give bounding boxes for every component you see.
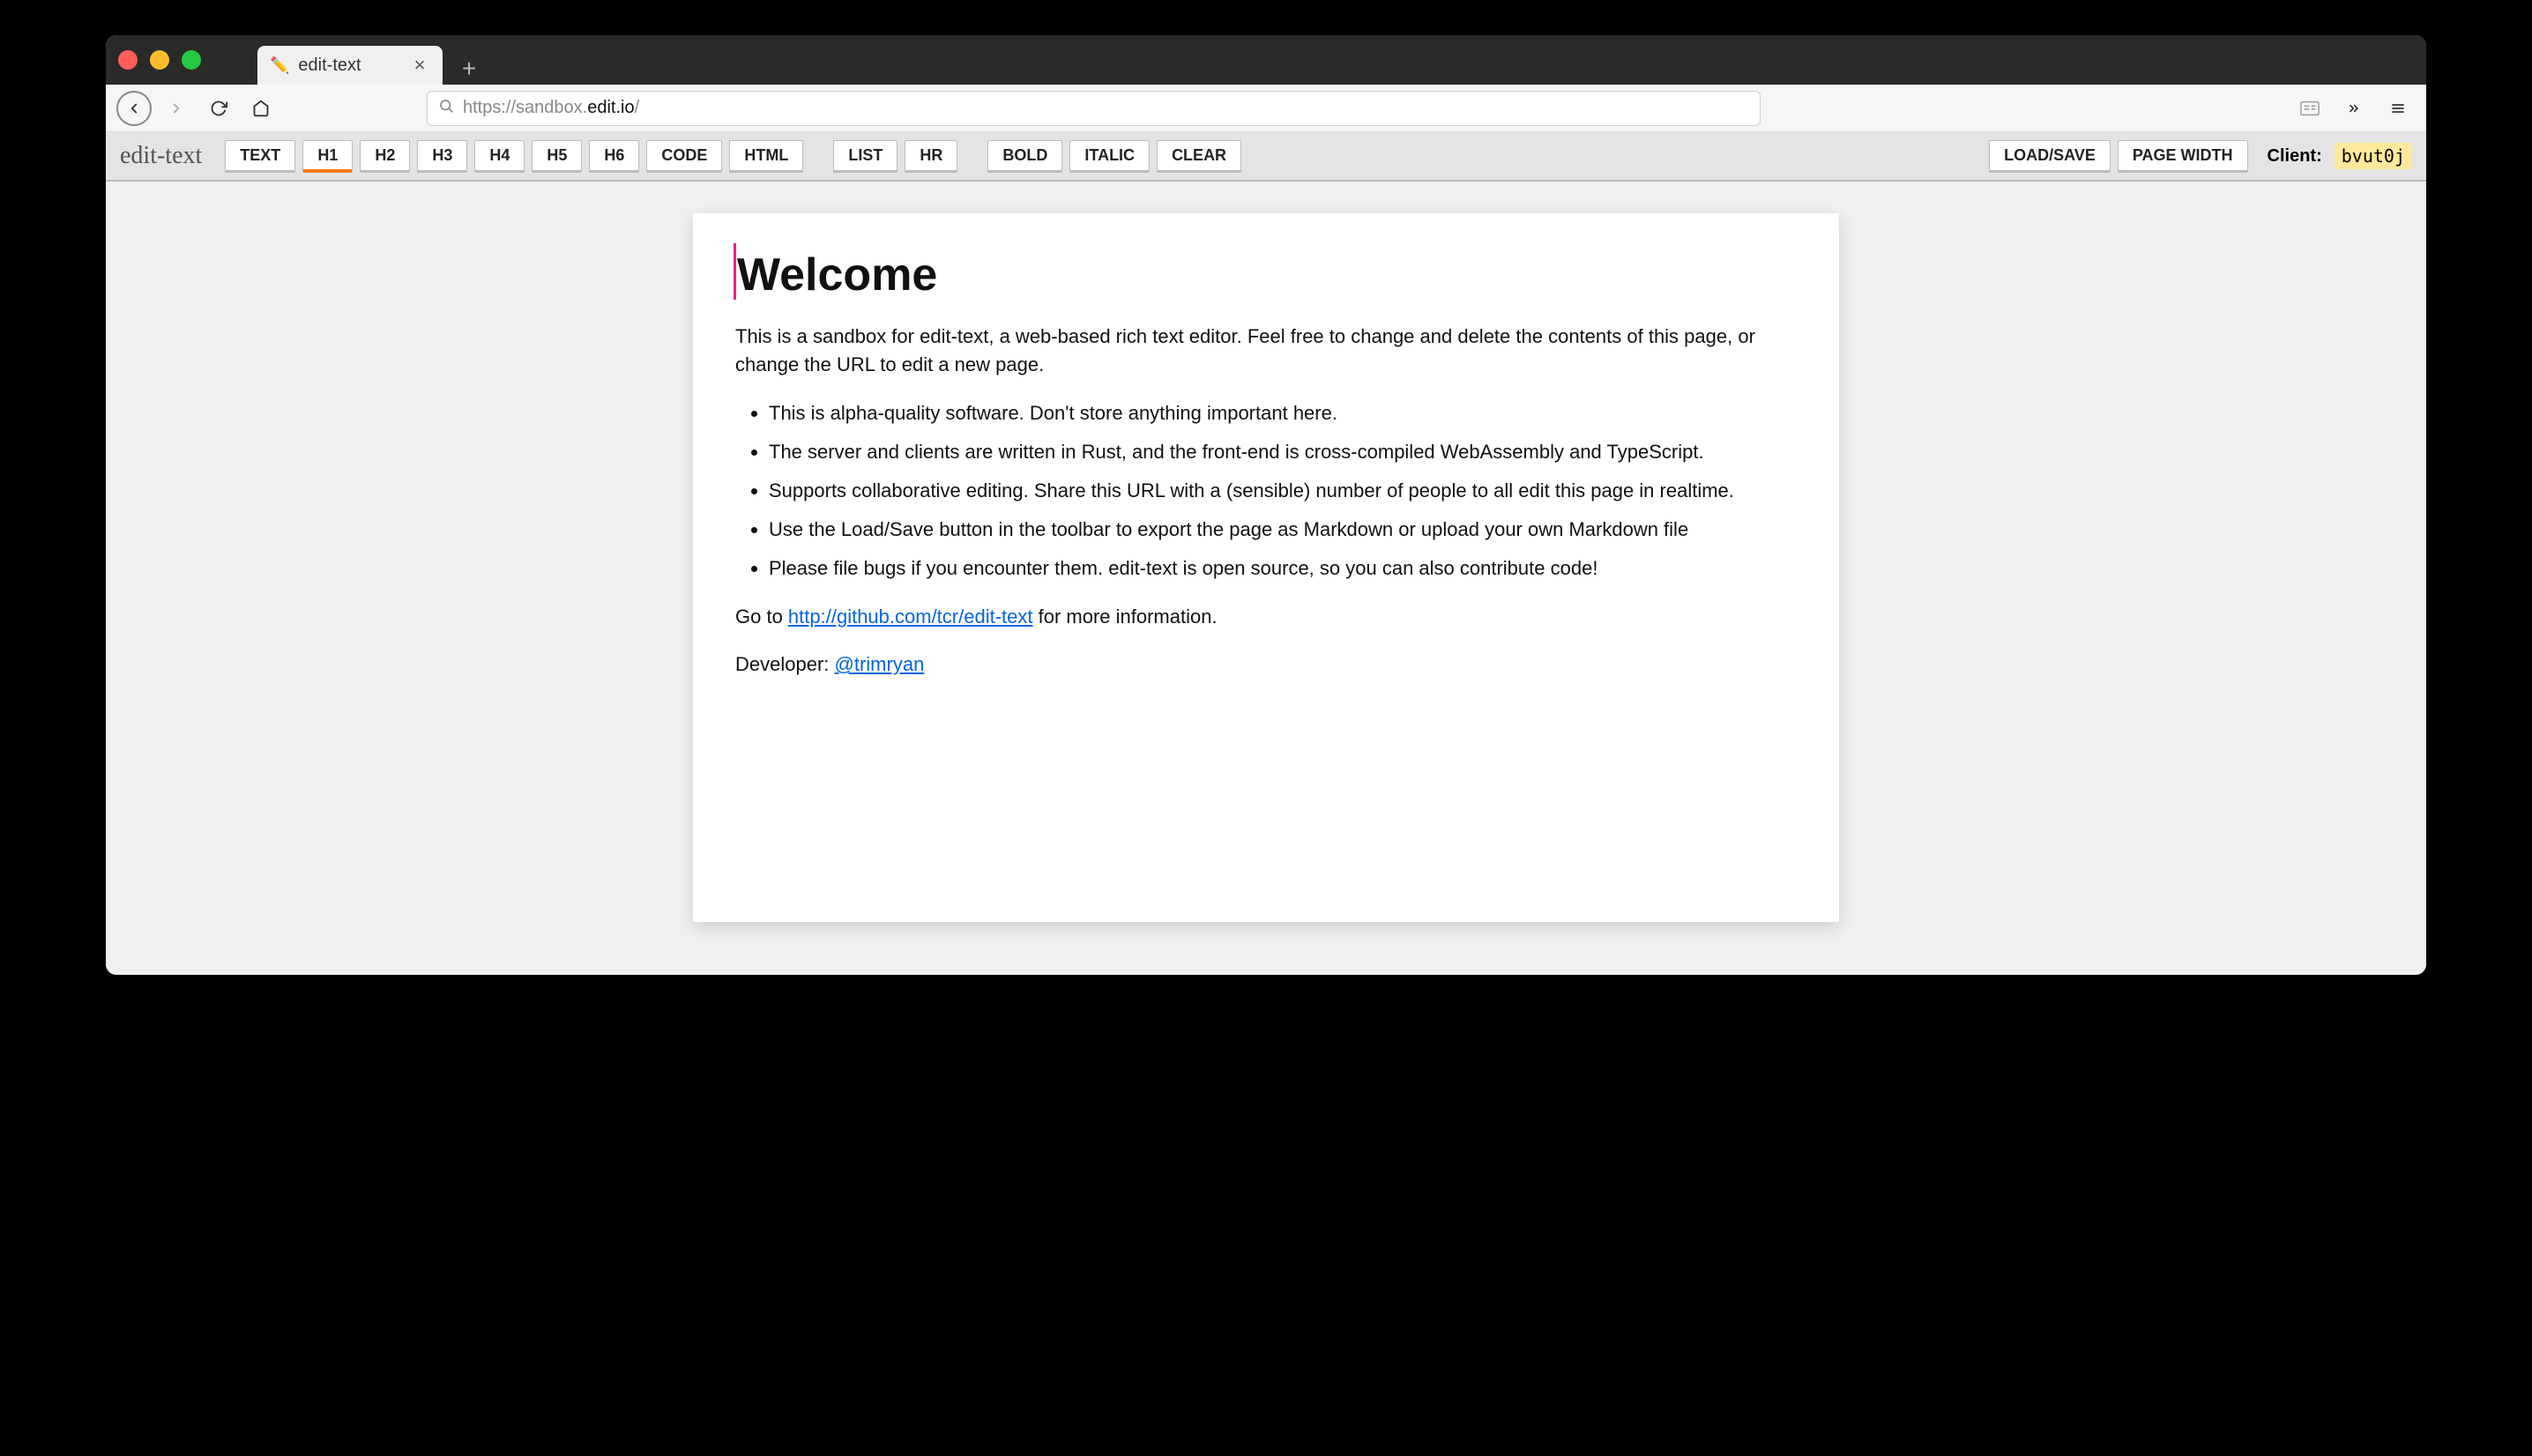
- tab-strip: ✏️ edit-text × +: [222, 35, 485, 85]
- list-item[interactable]: The server and clients are written in Ru…: [769, 437, 1797, 467]
- h2-button[interactable]: H2: [360, 140, 410, 173]
- intro-paragraph[interactable]: This is a sandbox for edit-text, a web-b…: [735, 323, 1797, 379]
- h6-button[interactable]: H6: [589, 140, 639, 173]
- html-button[interactable]: HTML: [729, 140, 803, 173]
- text-button[interactable]: TEXT: [225, 140, 295, 173]
- developer-paragraph[interactable]: Developer: @trimryan: [735, 650, 1797, 679]
- browser-window: ✏️ edit-text × + https://sandbox.edit.io…: [106, 35, 2426, 975]
- browser-tab[interactable]: ✏️ edit-text ×: [257, 46, 443, 85]
- home-button[interactable]: [243, 91, 279, 126]
- reload-button[interactable]: [201, 91, 236, 126]
- list-item[interactable]: Use the Load/Save button in the toolbar …: [769, 515, 1797, 545]
- document-sheet[interactable]: Welcome This is a sandbox for edit-text,…: [693, 213, 1839, 922]
- overflow-chevron-icon[interactable]: [2336, 91, 2372, 126]
- page-width-button[interactable]: PAGE WIDTH: [2118, 140, 2248, 173]
- forward-button[interactable]: [159, 91, 194, 126]
- code-button[interactable]: CODE: [646, 140, 722, 173]
- search-icon: [438, 98, 454, 119]
- app-toolbar: edit-text TEXT H1 H2 H3 H4 H5 H6 CODE HT…: [106, 132, 2426, 182]
- text-caret: [734, 243, 736, 300]
- maximize-window-button[interactable]: [182, 50, 201, 70]
- client-id-badge: bvut0j: [2335, 143, 2412, 169]
- app-title: edit-text: [120, 142, 202, 170]
- list-item[interactable]: Please file bugs if you encounter them. …: [769, 553, 1797, 583]
- h3-button[interactable]: H3: [417, 140, 467, 173]
- tab-title: edit-text: [298, 56, 361, 76]
- url-text: https://sandbox.edit.io/: [463, 98, 639, 118]
- list-item[interactable]: This is alpha-quality software. Don't st…: [769, 398, 1797, 428]
- h5-button[interactable]: H5: [532, 140, 582, 173]
- minimize-window-button[interactable]: [150, 50, 169, 70]
- close-window-button[interactable]: [118, 50, 138, 70]
- titlebar: ✏️ edit-text × +: [106, 35, 2426, 85]
- navbar-right: [2292, 91, 2416, 126]
- italic-button[interactable]: ITALIC: [1069, 140, 1150, 173]
- h1-button[interactable]: H1: [302, 140, 353, 173]
- h4-button[interactable]: H4: [474, 140, 525, 173]
- list-button[interactable]: LIST: [833, 140, 897, 173]
- load-save-button[interactable]: LOAD/SAVE: [1989, 140, 2111, 173]
- menu-button[interactable]: [2380, 91, 2416, 126]
- window-controls: [118, 50, 201, 70]
- client-label: Client:: [2268, 146, 2322, 167]
- back-button[interactable]: [116, 91, 152, 126]
- bold-button[interactable]: BOLD: [987, 140, 1062, 173]
- developer-link[interactable]: @trimryan: [835, 653, 925, 675]
- url-bar[interactable]: https://sandbox.edit.io/: [427, 91, 1761, 126]
- document-heading[interactable]: Welcome: [735, 249, 1797, 301]
- hr-button[interactable]: HR: [905, 140, 957, 173]
- goto-paragraph[interactable]: Go to http://github.com/tcr/edit-text fo…: [735, 603, 1797, 631]
- pencil-icon: ✏️: [270, 56, 289, 75]
- page-area: Welcome This is a sandbox for edit-text,…: [106, 182, 2426, 975]
- repo-link[interactable]: http://github.com/tcr/edit-text: [788, 605, 1033, 628]
- bullet-list[interactable]: This is alpha-quality software. Don't st…: [735, 398, 1797, 583]
- navbar: https://sandbox.edit.io/: [106, 85, 2426, 132]
- reader-mode-icon[interactable]: [2292, 91, 2327, 126]
- new-tab-button[interactable]: +: [453, 53, 485, 85]
- list-item[interactable]: Supports collaborative editing. Share th…: [769, 476, 1797, 506]
- close-tab-icon[interactable]: ×: [409, 55, 430, 76]
- clear-button[interactable]: CLEAR: [1157, 140, 1241, 173]
